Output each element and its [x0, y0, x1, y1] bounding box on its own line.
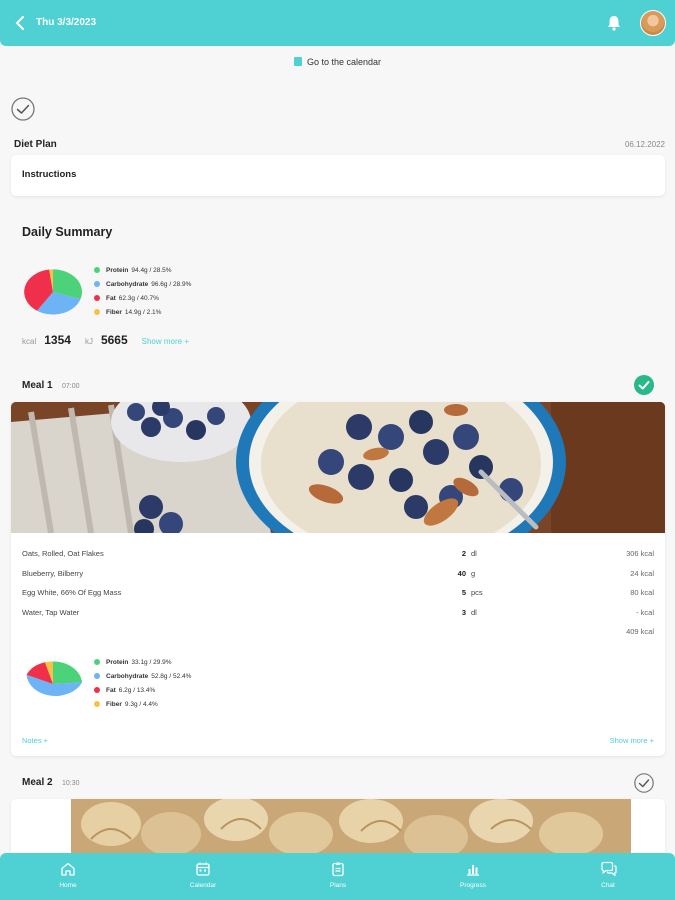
bar-chart-icon	[467, 865, 479, 876]
food-unit: pcs	[471, 588, 483, 597]
meal-1-macro-legend: Protein 33.1g / 29.9% Carbohydrate 52.8g /…	[94, 655, 191, 711]
meal-1-macro-pie-chart	[26, 661, 82, 696]
chevron-left-icon[interactable]	[13, 14, 29, 32]
food-row[interactable]: Blueberry, Bilberry 40 g 24 kcal	[22, 569, 654, 589]
legend-item-carbohydrate: Carbohydrate 96.6g / 28.9%	[94, 277, 191, 291]
meal-1-food-table: Oats, Rolled, Oat Flakes 2 dl 306 kcal B…	[22, 549, 654, 627]
calendar-icon	[196, 862, 210, 876]
food-quantity: 2	[461, 549, 466, 558]
legend-item-fiber: Fiber 9.3g / 4.4%	[94, 697, 191, 711]
bell-icon[interactable]	[606, 14, 622, 32]
top-bar: Thu 3/3/2023	[0, 0, 675, 46]
calendar-icon	[293, 57, 302, 66]
diet-plan-title: Diet Plan	[14, 139, 57, 150]
instructions-card[interactable]: Instructions	[11, 155, 665, 196]
carbohydrate-dot-icon	[94, 281, 100, 287]
food-kcal: 80 kcal	[630, 588, 654, 597]
food-quantity: 40	[457, 568, 466, 578]
meal-1-card: Oats, Rolled, Oat Flakes 2 dl 306 kcal B…	[11, 402, 665, 756]
legend-item-carbohydrate: Carbohydrate 52.8g / 52.4%	[94, 669, 191, 683]
food-row[interactable]: Oats, Rolled, Oat Flakes 2 dl 306 kcal	[22, 549, 654, 569]
summary-show-more-link[interactable]: Show more +	[142, 337, 189, 346]
nav-calendar[interactable]: Calendar	[163, 853, 243, 900]
food-unit: dl	[471, 607, 477, 617]
fat-dot-icon	[94, 295, 100, 301]
protein-dot-icon	[94, 267, 100, 273]
food-name: Water, Tap Water	[22, 607, 80, 617]
go-to-calendar-link[interactable]: Go to the calendar	[0, 57, 675, 67]
carbohydrate-dot-icon	[94, 673, 100, 679]
calendar-link-label: Go to the calendar	[306, 57, 382, 67]
food-unit: dl	[471, 549, 477, 558]
diet-plan-date: 06.12.2022	[624, 140, 665, 149]
energy-summary: kcal 1354 kJ 5665 Show more +	[22, 333, 189, 349]
kcal-unit: kcal	[22, 337, 37, 346]
chat-icon	[601, 861, 617, 877]
legend-item-fat: Fat 62.3g / 40.7%	[94, 291, 191, 305]
meal-1-time: 07:00	[62, 383, 80, 390]
current-date[interactable]: Thu 3/3/2023	[36, 17, 96, 28]
meal-2-card	[11, 799, 665, 859]
food-unit: g	[471, 568, 476, 578]
food-kcal: 306 kcal	[626, 549, 654, 558]
nav-progress[interactable]: Progress	[433, 853, 513, 900]
nav-progress-label: Progress	[459, 882, 486, 889]
kcal-value: 1354	[44, 333, 71, 347]
fat-dot-icon	[94, 687, 100, 693]
meal-1-checked-icon[interactable]	[634, 375, 654, 395]
day-complete-check-icon[interactable]	[11, 97, 35, 121]
legend-item-protein: Protein 94.4g / 28.5%	[94, 263, 191, 277]
meal-2-unchecked-icon[interactable]	[634, 773, 654, 793]
clipboard-icon	[332, 862, 344, 877]
oatmeal-image	[11, 402, 665, 533]
home-icon	[61, 862, 75, 876]
daily-macro-pie-chart	[24, 269, 82, 315]
fiber-dot-icon	[94, 309, 100, 315]
legend-item-fat: Fat 6.2g / 13.4%	[94, 683, 191, 697]
nav-home[interactable]: Home	[28, 853, 108, 900]
food-kcal: - kcal	[636, 607, 654, 617]
meal-1-title: Meal 1	[22, 380, 53, 391]
cashew-image	[71, 799, 631, 859]
daily-summary-title: Daily Summary	[22, 225, 113, 239]
nav-chat[interactable]: Chat	[568, 853, 648, 900]
meal-2-title: Meal 2	[22, 777, 53, 788]
nav-home-label: Home	[59, 882, 77, 889]
fiber-dot-icon	[94, 701, 100, 707]
meal-1-photo	[11, 402, 665, 533]
food-row[interactable]: Water, Tap Water 3 dl - kcal	[22, 608, 654, 628]
avatar[interactable]	[640, 10, 666, 36]
food-quantity: 3	[461, 607, 466, 617]
food-row[interactable]: Egg White, 66% Of Egg Mass 5 pcs 80 kcal	[22, 588, 654, 608]
meal-2-time: 10:30	[62, 780, 80, 787]
bottom-navigation: Home Calendar Plans Progress Chat	[0, 853, 675, 900]
daily-macro-legend: Protein 94.4g / 28.5% Carbohydrate 96.6g /…	[94, 263, 191, 319]
food-quantity: 5	[461, 588, 466, 597]
protein-dot-icon	[94, 659, 100, 665]
kj-unit: kJ	[84, 337, 93, 346]
legend-item-fiber: Fiber 14.9g / 2.1%	[94, 305, 191, 319]
nav-plans[interactable]: Plans	[298, 853, 378, 900]
nav-plans-label: Plans	[329, 882, 347, 889]
food-name: Blueberry, Bilberry	[22, 568, 84, 578]
legend-item-protein: Protein 33.1g / 29.9%	[94, 655, 191, 669]
kj-value: 5665	[100, 333, 128, 347]
food-kcal: 24 kcal	[630, 568, 654, 578]
meal-1-notes-link[interactable]: Notes +	[22, 736, 48, 745]
instructions-label: Instructions	[22, 169, 77, 180]
nav-calendar-label: Calendar	[189, 882, 217, 889]
meal-1-show-more-link[interactable]: Show more +	[610, 736, 654, 745]
nav-chat-label: Chat	[601, 882, 615, 889]
food-name: Oats, Rolled, Oat Flakes	[22, 549, 104, 558]
food-name: Egg White, 66% Of Egg Mass	[22, 588, 122, 597]
meal-1-total-kcal: 409 kcal	[626, 627, 654, 636]
